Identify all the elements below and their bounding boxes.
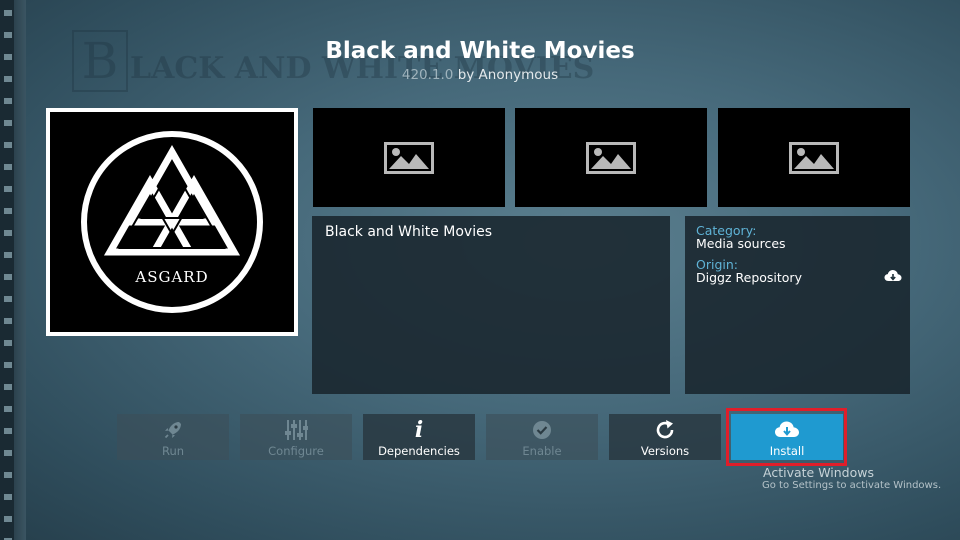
configure-button[interactable]: Configure xyxy=(240,414,352,460)
run-button[interactable]: Run xyxy=(117,414,229,460)
info-icon: i xyxy=(414,417,424,443)
activate-windows-subtitle: Go to Settings to activate Windows. xyxy=(762,480,942,491)
addon-version: 420.1.0 xyxy=(401,67,454,83)
versions-button-label: Versions xyxy=(640,444,690,458)
addon-subtitle: 420.1.0 by Anonymous xyxy=(0,67,960,83)
screenshot-3[interactable] xyxy=(718,108,910,207)
run-button-label: Run xyxy=(161,444,185,458)
image-placeholder-icon xyxy=(586,141,636,174)
sliders-icon xyxy=(284,419,308,441)
refresh-icon xyxy=(654,419,676,441)
configure-button-label: Configure xyxy=(268,444,324,458)
valknut-icon: ASGARD xyxy=(81,131,263,313)
asgard-logo: ASGARD xyxy=(50,112,294,332)
screenshot-2[interactable] xyxy=(515,108,707,207)
origin-value: Diggz Repository xyxy=(696,270,802,285)
activate-windows-title: Activate Windows xyxy=(763,465,874,480)
check-circle-icon xyxy=(532,419,552,441)
description-text: Black and White Movies xyxy=(325,224,493,240)
info-panel: Category: Media sources Origin: Diggz Re… xyxy=(685,216,910,394)
cloud-download-icon xyxy=(884,270,902,281)
category-value: Media sources xyxy=(696,236,786,251)
enable-button[interactable]: Enable xyxy=(486,414,598,460)
addon-author: by Anonymous xyxy=(457,67,559,83)
dependencies-button-label: Dependencies xyxy=(378,444,460,458)
install-highlight-box xyxy=(726,408,847,466)
addon-title: Black and White Movies xyxy=(325,38,635,64)
image-placeholder-icon xyxy=(789,141,839,174)
dependencies-button[interactable]: i Dependencies xyxy=(363,414,475,460)
description-panel: Black and White Movies xyxy=(312,216,670,394)
screenshot-1[interactable] xyxy=(313,108,505,207)
enable-button-label: Enable xyxy=(522,444,562,458)
versions-button[interactable]: Versions xyxy=(609,414,721,460)
image-placeholder-icon xyxy=(384,141,434,174)
rocket-icon xyxy=(163,419,183,441)
asgard-label: ASGARD xyxy=(134,268,208,286)
addon-icon: ASGARD xyxy=(46,108,298,336)
